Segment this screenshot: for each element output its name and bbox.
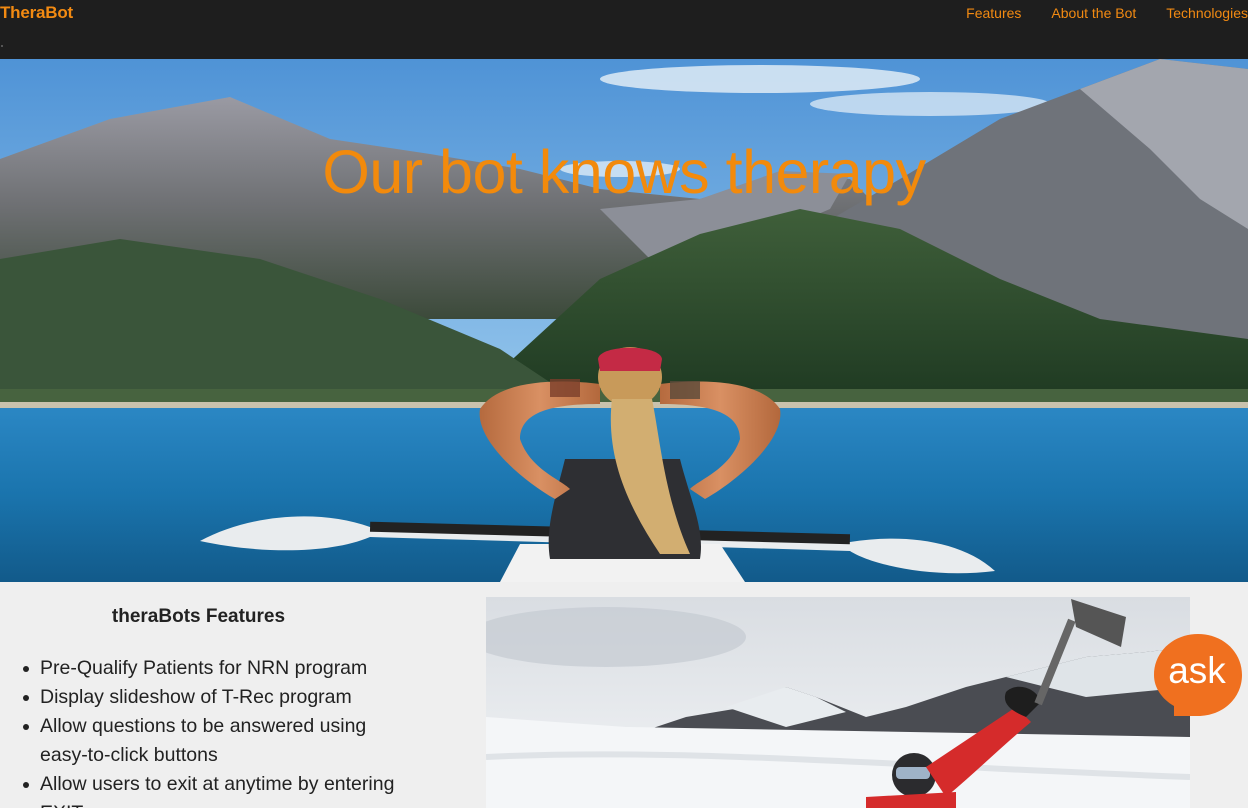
nav-link-about-the-bot[interactable]: About the Bot <box>1051 5 1136 21</box>
ask-chat-button[interactable] <box>1154 634 1242 720</box>
nav-divider-dot <box>1 45 3 47</box>
nav-link-technologies[interactable]: Technologies <box>1166 5 1248 21</box>
nav-links: Features About the Bot Technologies <box>936 5 1248 21</box>
list-item: Allow users to exit at anytime by enteri… <box>23 770 410 808</box>
hero-title: Our bot knows therapy <box>322 138 926 206</box>
list-item: Allow questions to be answered using eas… <box>23 712 410 770</box>
top-navbar: TheraBot Features About the Bot Technolo… <box>0 0 1248 59</box>
skier-image <box>486 597 1190 808</box>
hero-banner: Our bot knows therapy <box>0 59 1248 582</box>
features-list: Pre-Qualify Patients for NRN program Dis… <box>23 654 410 808</box>
features-heading: theraBots Features <box>111 606 286 627</box>
brand-link[interactable]: TheraBot <box>0 3 73 23</box>
nav-link-features[interactable]: Features <box>966 5 1021 21</box>
list-item: Display slideshow of T-Rec program <box>23 683 410 712</box>
list-item: Pre-Qualify Patients for NRN program <box>23 654 410 683</box>
